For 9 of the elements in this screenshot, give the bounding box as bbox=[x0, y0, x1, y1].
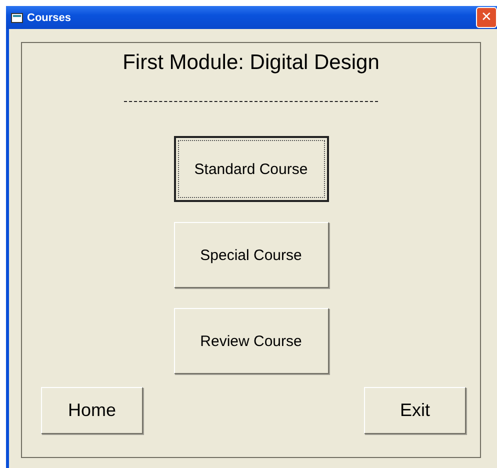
window-icon bbox=[11, 12, 23, 22]
home-button[interactable]: Home bbox=[41, 387, 143, 434]
course-button[interactable]: Standard Course bbox=[174, 136, 328, 202]
window-title: Courses bbox=[27, 12, 72, 24]
exit-button[interactable]: Exit bbox=[364, 387, 466, 434]
heading: First Module: Digital Design bbox=[122, 51, 380, 75]
close-button[interactable]: ✕ bbox=[476, 7, 497, 28]
course-button[interactable]: Special Course bbox=[174, 222, 328, 288]
course-button[interactable]: Review Course bbox=[174, 308, 328, 374]
